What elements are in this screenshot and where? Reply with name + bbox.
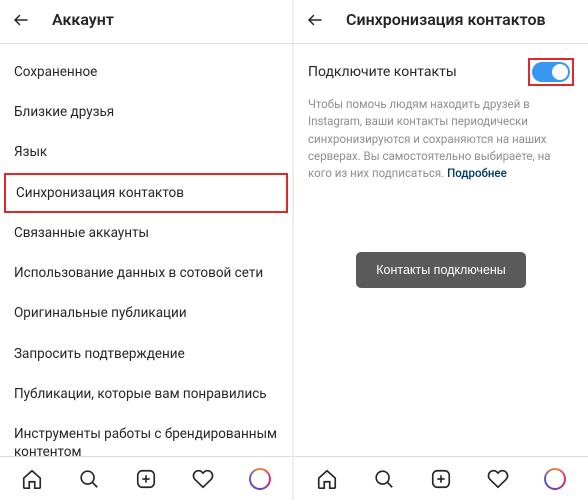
content: Подключите контакты Чтобы помочь людям н…	[294, 44, 588, 456]
list-item-language[interactable]: Язык	[0, 132, 292, 172]
toggle-highlight	[528, 58, 574, 86]
home-icon[interactable]	[20, 467, 44, 491]
contacts-sync-panel: Синхронизация контактов Подключите конта…	[294, 0, 588, 500]
search-icon[interactable]	[372, 467, 396, 491]
header: Аккаунт	[0, 0, 292, 44]
page-title: Аккаунт	[52, 10, 114, 29]
bottom-nav	[294, 456, 588, 500]
heart-icon[interactable]	[191, 467, 215, 491]
back-arrow-icon[interactable]	[306, 11, 324, 29]
new-post-icon[interactable]	[429, 467, 453, 491]
profile-avatar-icon[interactable]	[248, 467, 272, 491]
header: Синхронизация контактов	[294, 0, 588, 44]
learn-more-link[interactable]: Подробнее	[447, 166, 507, 180]
list-item-saved[interactable]: Сохраненное	[0, 52, 292, 92]
bottom-nav	[0, 456, 292, 500]
contacts-connected-button[interactable]: Контакты подключены	[356, 252, 526, 288]
home-icon[interactable]	[315, 467, 339, 491]
list-item-posts-you-liked[interactable]: Публикации, которые вам понравились	[0, 374, 292, 414]
profile-avatar-icon[interactable]	[543, 467, 567, 491]
heart-icon[interactable]	[486, 467, 510, 491]
list-item-close-friends[interactable]: Близкие друзья	[0, 92, 292, 132]
list-item-original-posts[interactable]: Оригинальные публикации	[0, 293, 292, 333]
page-title: Синхронизация контактов	[346, 10, 546, 29]
toggle-label: Подключите контакты	[308, 64, 457, 80]
toggle-row: Подключите контакты	[308, 58, 574, 86]
new-post-icon[interactable]	[134, 467, 158, 491]
account-settings-panel: Аккаунт Сохраненное Близкие друзья Язык …	[0, 0, 294, 500]
info-text-body: Чтобы помочь людям находить друзей в Ins…	[308, 97, 551, 180]
list-item-request-verification[interactable]: Запросить подтверждение	[0, 334, 292, 374]
list-item-branded-content[interactable]: Инструменты работы с брендированным конт…	[0, 414, 292, 456]
settings-list: Сохраненное Близкие друзья Язык Синхрони…	[0, 44, 292, 456]
list-item-linked-accounts[interactable]: Связанные аккаунты	[0, 213, 292, 253]
back-arrow-icon[interactable]	[12, 11, 30, 29]
settings-list-container: Сохраненное Близкие друзья Язык Синхрони…	[0, 44, 292, 456]
list-item-cellular-data[interactable]: Использование данных в сотовой сети	[0, 253, 292, 293]
info-text: Чтобы помочь людям находить друзей в Ins…	[308, 96, 574, 182]
list-item-contacts-sync[interactable]: Синхронизация контактов	[4, 173, 288, 213]
search-icon[interactable]	[77, 467, 101, 491]
connect-contacts-toggle[interactable]	[532, 62, 570, 82]
